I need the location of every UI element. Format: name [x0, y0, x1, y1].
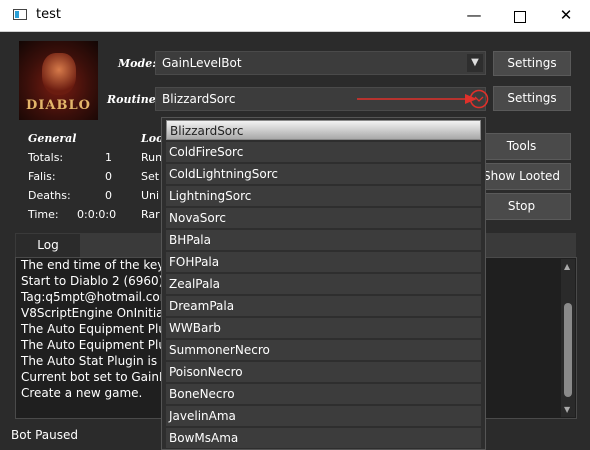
mode-select-value: GainLevelBot	[162, 56, 242, 70]
log-line: The Auto Equipment Plugin	[21, 322, 185, 336]
dropdown-option[interactable]: FOHPala	[166, 252, 481, 272]
annotation-arrow	[357, 89, 489, 109]
fails-label: Falis:	[28, 170, 56, 183]
dropdown-option[interactable]: SummonerNecro	[166, 340, 481, 360]
chevron-down-icon[interactable]: ▼	[467, 54, 483, 72]
tab-log[interactable]: Log	[15, 233, 81, 257]
log-line: The Auto Stat Plugin is act	[21, 354, 180, 368]
mode-label: Mode:	[118, 57, 157, 70]
log-scrollbar[interactable]: ▲ ▼	[561, 259, 575, 417]
log-line: The end time of the key is	[21, 258, 178, 272]
dropdown-option[interactable]: LightningSorc	[166, 186, 481, 206]
scrollbar-thumb[interactable]	[564, 303, 572, 397]
deaths-label: Deaths:	[28, 189, 71, 202]
dropdown-option[interactable]: NovaSorc	[166, 208, 481, 228]
game-logo-image: DIABLO	[19, 41, 98, 120]
dropdown-option[interactable]: BowMsAma	[166, 428, 481, 448]
title-bar: test — ✕	[0, 0, 590, 32]
deaths-value: 0	[105, 189, 112, 202]
dropdown-option[interactable]: PoisonNecro	[166, 362, 481, 382]
dropdown-option[interactable]: ColdFireSorc	[166, 142, 481, 162]
loot-set-label: Set	[141, 170, 160, 183]
log-line: Tag:q5mpt@hotmail.com,(	[21, 290, 180, 304]
close-button[interactable]: ✕	[543, 0, 589, 31]
maximize-button[interactable]	[497, 0, 543, 31]
tools-button[interactable]: Tools	[472, 133, 571, 160]
routine-settings-button[interactable]: Settings	[493, 86, 571, 111]
time-value: 0:0:0:0	[77, 208, 117, 221]
loot-unique-label: Uni	[141, 189, 160, 202]
fails-value: 0	[105, 170, 112, 183]
dropdown-option[interactable]: ColdLightningSorc	[166, 164, 481, 184]
dropdown-option[interactable]: ZealPala	[166, 274, 481, 294]
app-window: test — ✕ DIABLO Mode: GainLevelBot ▼ Set…	[0, 0, 590, 450]
scroll-down-icon[interactable]: ▼	[564, 405, 570, 414]
maximize-icon	[514, 11, 526, 23]
app-icon	[13, 9, 27, 20]
show-looted-button[interactable]: Show Looted	[472, 163, 571, 190]
logo-text: DIABLO	[26, 98, 91, 113]
dropdown-option[interactable]: JavelinAma	[166, 406, 481, 426]
log-line: Current bot set to GainLev	[21, 370, 180, 384]
stop-button[interactable]: Stop	[472, 193, 571, 220]
general-heading: General	[28, 132, 77, 145]
time-label: Time:	[28, 208, 59, 221]
minimize-button[interactable]: —	[451, 0, 497, 31]
window-title: test	[36, 7, 61, 22]
scroll-up-icon[interactable]: ▲	[564, 262, 570, 271]
log-line: V8ScriptEngine OnInitializ	[21, 306, 177, 320]
dropdown-option[interactable]: BoneNecro	[166, 384, 481, 404]
loot-runes-label: Run	[141, 151, 163, 164]
routine-label: Routine:	[107, 93, 160, 106]
diablo-face-icon	[42, 53, 76, 95]
routine-select-value: BlizzardSorc	[162, 92, 236, 106]
totals-value: 1	[105, 151, 112, 164]
log-line: Create a new game.	[21, 386, 143, 400]
status-text: Bot Paused	[11, 428, 79, 442]
dropdown-option[interactable]: BHPala	[166, 230, 481, 250]
log-line: Start to Diablo 2 (6960)	[21, 274, 164, 288]
loot-rare-label: Rar	[141, 208, 160, 221]
mode-select[interactable]: GainLevelBot ▼	[155, 51, 486, 75]
log-line: The Auto Equipment Plugi	[21, 338, 177, 352]
dropdown-option[interactable]: DreamPala	[166, 296, 481, 316]
mode-settings-button[interactable]: Settings	[493, 51, 571, 76]
dropdown-option[interactable]: BlizzardSorc	[166, 120, 481, 140]
routine-dropdown-list[interactable]: BlizzardSorc ColdFireSorc ColdLightningS…	[161, 117, 486, 450]
totals-label: Totals:	[28, 151, 64, 164]
dropdown-option[interactable]: WWBarb	[166, 318, 481, 338]
